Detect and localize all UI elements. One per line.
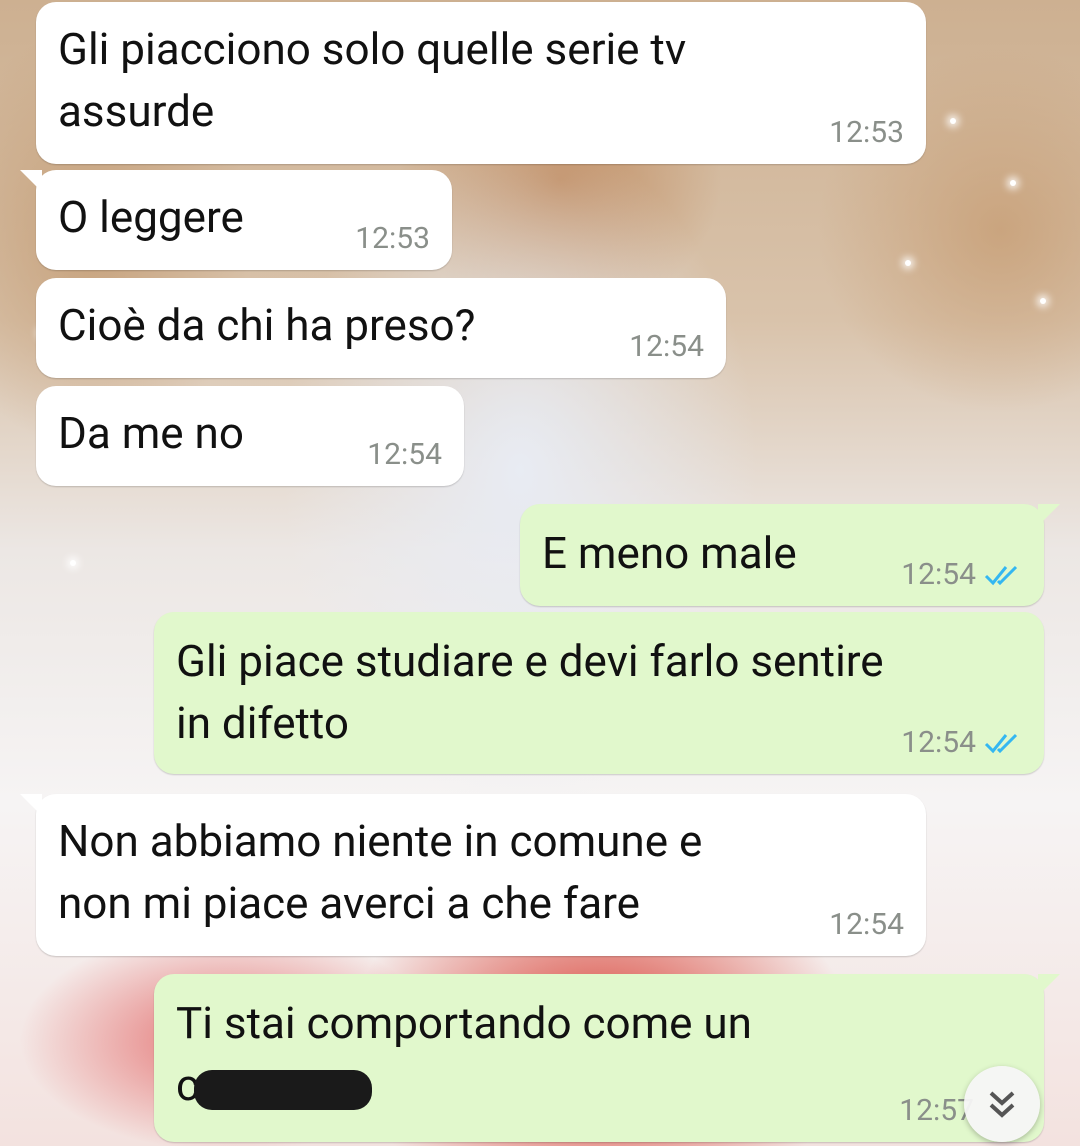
chevron-double-down-icon — [989, 1091, 1015, 1118]
double-check-icon — [984, 733, 1018, 753]
redaction-bar — [194, 1070, 372, 1110]
wallpaper-sparkle — [905, 260, 911, 266]
incoming-message[interactable]: O leggere 12:53 — [20, 170, 452, 270]
incoming-message[interactable]: Da me no 12:54 — [36, 386, 464, 486]
message-timestamp: 12:54 — [829, 907, 904, 942]
message-timestamp: 12:53 — [355, 221, 430, 256]
message-timestamp: 12:57 — [899, 1093, 974, 1128]
scroll-to-bottom-button[interactable] — [964, 1066, 1040, 1142]
message-text: Non abbiamo niente in comune e non mi pi… — [58, 815, 703, 929]
message-text: Gli piace studiare e devi farlo sentire … — [176, 635, 884, 749]
message-text: Cioè da chi ha preso? — [58, 299, 476, 351]
message-text: Da me no — [58, 407, 244, 459]
message-timestamp: 12:54 — [367, 437, 442, 472]
incoming-message[interactable]: Cioè da chi ha preso? 12:54 — [36, 278, 726, 378]
incoming-message[interactable]: Non abbiamo niente in comune e non mi pi… — [20, 794, 926, 956]
outgoing-message[interactable]: E meno male 12:54 — [520, 504, 1060, 606]
outgoing-message[interactable]: Gli piace studiare e devi farlo sentire … — [154, 612, 1044, 774]
message-timestamp: 12:54 — [901, 557, 1022, 592]
message-timestamp: 12:54 — [901, 725, 1022, 760]
double-check-icon — [984, 565, 1018, 585]
wallpaper-sparkle — [70, 560, 76, 566]
wallpaper-sparkle — [950, 118, 956, 124]
outgoing-message[interactable]: Ti stai comportando come un c 12:57 — [154, 974, 1060, 1142]
message-text: E meno male — [542, 527, 797, 579]
message-text: Gli piacciono solo quelle serie tv assur… — [58, 23, 687, 137]
incoming-message[interactable]: Gli piacciono solo quelle serie tv assur… — [36, 2, 926, 164]
message-text: O leggere — [58, 191, 244, 243]
message-timestamp: 12:53 — [829, 115, 904, 150]
wallpaper-sparkle — [1040, 298, 1046, 304]
message-timestamp: 12:54 — [629, 329, 704, 364]
wallpaper-sparkle — [1010, 180, 1016, 186]
